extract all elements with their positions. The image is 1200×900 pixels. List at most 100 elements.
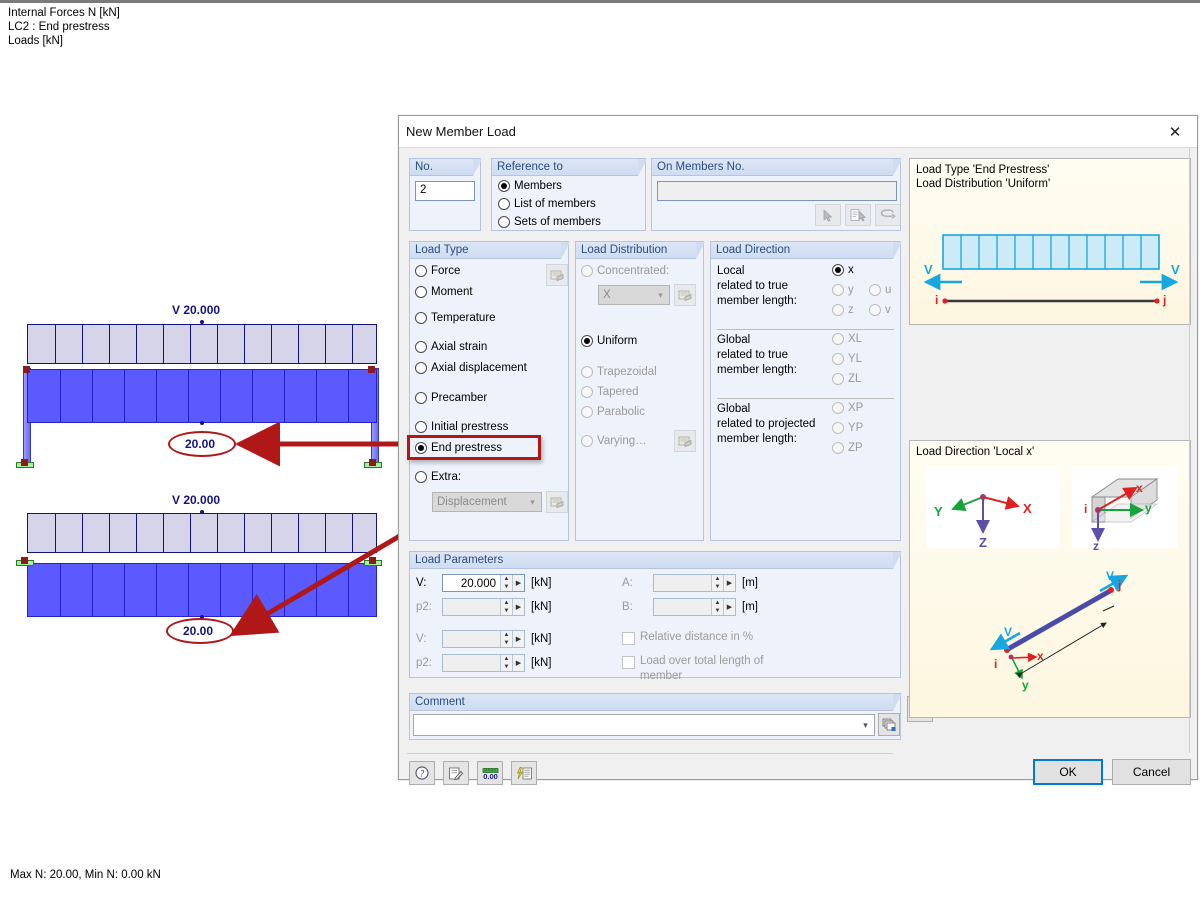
select-all-button[interactable]: [875, 204, 901, 226]
radio-mark: [415, 286, 427, 298]
pick-member-button[interactable]: [815, 204, 841, 226]
comment-group: Comment ▾: [409, 693, 902, 740]
extra-settings-button[interactable]: [546, 491, 568, 513]
radio-load-type-temperature[interactable]: Temperature: [415, 312, 496, 324]
radio-direction-local-x[interactable]: x: [832, 264, 854, 276]
settings-icon: [678, 436, 691, 447]
radio-mark: [581, 406, 593, 418]
spinner-more-icon[interactable]: ▶: [723, 575, 735, 591]
comment-input[interactable]: ▾: [413, 714, 875, 736]
member-v-left-label: V: [1004, 625, 1013, 639]
extra-type-dropdown[interactable]: Displacement ▾: [432, 492, 542, 512]
radio-direction-local-y[interactable]: y: [832, 284, 854, 296]
radio-label: ZL: [848, 373, 862, 385]
load-number-input[interactable]: 2: [415, 181, 475, 201]
radio-mark: [415, 442, 427, 454]
concentrated-settings-button[interactable]: [674, 284, 696, 306]
concentrated-type-dropdown[interactable]: X ▾: [598, 285, 670, 305]
radio-mark: [581, 366, 593, 378]
direction-preview-title: Load Direction 'Local x': [916, 446, 1035, 458]
cursor-pick-icon: [823, 208, 833, 222]
radio-mark: [832, 353, 844, 365]
radio-mark: [869, 284, 881, 296]
radio-load-type-axial-strain[interactable]: Axial strain: [415, 341, 487, 353]
checkbox-relative-distance[interactable]: Relative distance in %: [622, 631, 753, 645]
radio-distribution-parabolic[interactable]: Parabolic: [581, 406, 645, 418]
load-direction-preview: Load Direction 'Local x' X Y Z x y z i V…: [909, 440, 1191, 718]
radio-direction-projected-yp[interactable]: YP: [832, 422, 863, 434]
local-axes-graphic: [1090, 478, 1159, 542]
spinner-more-icon[interactable]: ▶: [512, 655, 524, 671]
radio-label: y: [848, 284, 854, 296]
pick-member-list-button[interactable]: [845, 204, 871, 226]
radio-load-type-axial-displacement[interactable]: Axial displacement: [415, 362, 527, 374]
param-input-p2b[interactable]: ▲ ▼ ▶: [442, 654, 525, 672]
load-direction-group: Load Direction Local related to true mem…: [710, 241, 902, 541]
radio-reference-members[interactable]: Members: [498, 180, 562, 192]
radio-direction-global-xl[interactable]: XL: [832, 333, 862, 345]
radio-label: Extra:: [431, 471, 462, 483]
spinner-more-icon[interactable]: ▶: [723, 599, 735, 615]
radio-reference-list-of-members[interactable]: List of members: [498, 198, 596, 210]
checkbox-load-over-total-length[interactable]: Load over total length of: [622, 655, 763, 669]
spinner-more-icon[interactable]: ▶: [512, 599, 524, 615]
spinner-buttons[interactable]: ▲ ▼: [500, 575, 512, 591]
param-unit-p2a: [kN]: [531, 601, 552, 613]
radio-label: v: [885, 304, 891, 316]
radio-distribution-tapered[interactable]: Tapered: [581, 386, 639, 398]
spinner-buttons[interactable]: ▲ ▼: [500, 599, 512, 615]
on-members-input[interactable]: [657, 181, 897, 201]
load-type-title: Load Type: [410, 242, 570, 259]
chevron-down-icon[interactable]: ▾: [857, 720, 874, 731]
global-axes-graphic: [951, 494, 1020, 534]
load-direction-title: Load Direction: [711, 242, 902, 259]
radio-direction-global-zl[interactable]: ZL: [832, 373, 861, 385]
chevron-down-icon: ▾: [658, 289, 663, 300]
radio-distribution-concentrated[interactable]: Concentrated:: [581, 265, 669, 277]
radio-load-type-precamber[interactable]: Precamber: [415, 392, 487, 404]
radio-distribution-trapezoidal[interactable]: Trapezoidal: [581, 366, 657, 378]
help-button[interactable]: ?: [409, 761, 435, 785]
dialog-titlebar[interactable]: New Member Load ✕: [399, 116, 1197, 148]
edit-button[interactable]: [443, 761, 469, 785]
radio-direction-projected-xp[interactable]: XP: [832, 402, 863, 414]
radio-load-type-initial-prestress[interactable]: Initial prestress: [415, 421, 508, 433]
param-input-v1[interactable]: 20.000 ▲ ▼ ▶: [442, 574, 525, 592]
new-member-load-dialog[interactable]: New Member Load ✕ No. 2 Reference to Mem…: [398, 115, 1198, 785]
spinner-buttons[interactable]: ▲ ▼: [500, 631, 512, 647]
radio-mark: [869, 304, 881, 316]
spinner-more-icon[interactable]: ▶: [512, 575, 524, 591]
comment-library-button[interactable]: [878, 713, 900, 736]
radio-load-type-force[interactable]: Force: [415, 265, 460, 277]
settings-list-button[interactable]: [511, 761, 537, 785]
checkbox-mark: [622, 632, 635, 645]
spinner-buttons[interactable]: ▲ ▼: [500, 655, 512, 671]
ok-button[interactable]: OK: [1033, 759, 1103, 785]
radio-distribution-varying[interactable]: Varying…: [581, 435, 647, 447]
radio-direction-local-z[interactable]: z: [832, 304, 854, 316]
cancel-button[interactable]: Cancel: [1112, 759, 1191, 785]
param-input-a[interactable]: ▲ ▼ ▶: [653, 574, 736, 592]
varying-settings-button[interactable]: [674, 430, 696, 452]
radio-direction-local-v[interactable]: v: [869, 304, 891, 316]
load-type-settings-button[interactable]: [546, 264, 568, 286]
spinner-more-icon[interactable]: ▶: [512, 631, 524, 647]
radio-distribution-uniform[interactable]: Uniform: [581, 335, 637, 347]
close-icon[interactable]: ✕: [1153, 116, 1197, 147]
radio-direction-local-u[interactable]: u: [869, 284, 891, 296]
radio-load-type-moment[interactable]: Moment: [415, 286, 473, 298]
units-button[interactable]: 0.00: [477, 761, 503, 785]
callout-value-bottom: 20.00: [183, 624, 214, 638]
param-input-p2a[interactable]: ▲ ▼ ▶: [442, 598, 525, 616]
param-input-b[interactable]: ▲ ▼ ▶: [653, 598, 736, 616]
spinner-buttons[interactable]: ▲ ▼: [711, 599, 723, 615]
radio-reference-sets-of-members[interactable]: Sets of members: [498, 216, 601, 228]
comment-title: Comment: [410, 694, 902, 711]
radio-direction-global-yl[interactable]: YL: [832, 353, 862, 365]
radio-load-type-extra[interactable]: Extra:: [415, 471, 461, 483]
param-input-v2[interactable]: ▲ ▼ ▶: [442, 630, 525, 648]
radio-direction-projected-zp[interactable]: ZP: [832, 442, 863, 454]
radio-load-type-end-prestress[interactable]: End prestress: [415, 442, 502, 454]
spinner-buttons[interactable]: ▲ ▼: [711, 575, 723, 591]
preview-arrow-label-right: V: [1171, 262, 1180, 277]
